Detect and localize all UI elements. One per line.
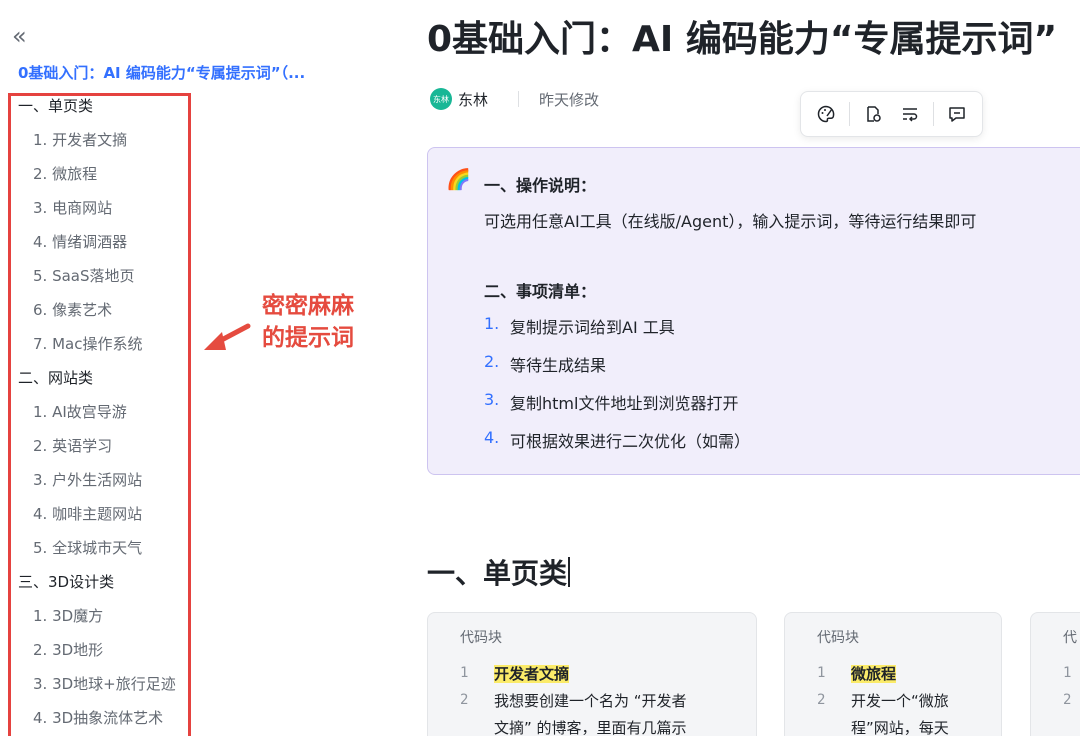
code-line: 文摘” 的博客，里面有几篇示 — [494, 715, 687, 736]
code-line-text: 微旅程 — [851, 665, 897, 683]
code-line-text: 我想要创建一个名为 “开发者 — [494, 692, 687, 710]
code-line-text: 程”网站，每天 — [851, 719, 949, 736]
list-number: 4. — [484, 428, 500, 447]
annotation-line-2: 的提示词 — [262, 325, 354, 351]
code-block-label: 代码块 — [460, 630, 502, 646]
code-block[interactable]: 代 1 2 — [1030, 612, 1080, 736]
checklist: 1. 复制提示词给到AI 工具 2. 等待生成结果 3. 复制html文件地址到浏览器打开… — [484, 314, 1080, 466]
avatar[interactable]: 东林 — [430, 88, 452, 110]
toolbar-separator — [933, 102, 935, 126]
line-number: 2 — [1063, 692, 1072, 708]
list-text: 等待生成结果 — [510, 356, 607, 375]
text-cursor — [568, 557, 571, 587]
code-line: 微旅程 — [851, 661, 897, 688]
author-name[interactable]: 东林 — [458, 89, 488, 110]
list-text: 可根据效果进行二次优化（如需） — [510, 432, 751, 451]
floating-toolbar — [800, 91, 983, 137]
rainbow-icon: 🌈 — [446, 167, 471, 191]
section-heading[interactable]: 一、单页类 — [427, 552, 571, 592]
code-line: 我想要创建一个名为 “开发者 — [494, 688, 687, 715]
sidebar-doc-title-link[interactable]: 0基础入门：AI 编码能力“专属提示词”（... — [18, 62, 353, 83]
callout-text-1: 可选用任意AI工具（在线版/Agent），输入提示词，等待运行结果即可 — [484, 212, 977, 231]
modified-time: 昨天修改 — [539, 90, 600, 109]
code-block[interactable]: 代码块 1 开发者文摘 2 我想要创建一个名为 “开发者 文摘” 的博客，里面有几篇示 — [427, 612, 757, 736]
checklist-item: 4. 可根据效果进行二次优化（如需） — [484, 428, 1080, 466]
code-block-label: 代 — [1063, 630, 1077, 646]
list-number: 2. — [484, 352, 500, 371]
palette-icon[interactable] — [807, 96, 845, 132]
checklist-item: 1. 复制提示词给到AI 工具 — [484, 314, 1080, 352]
callout-heading-2: 二、事项清单： — [484, 282, 597, 301]
document-title[interactable]: 0基础入门：AI 编码能力“专属提示词” — [427, 16, 1057, 64]
code-line: 开发一个“微旅 — [851, 688, 949, 715]
callout-block[interactable]: 🌈 一、操作说明： 可选用任意AI工具（在线版/Agent），输入提示词，等待运… — [427, 147, 1080, 475]
code-line: 程”网站，每天 — [851, 715, 949, 736]
code-line-text: 开发者文摘 — [494, 665, 570, 683]
list-text: 复制html文件地址到浏览器打开 — [510, 394, 739, 413]
line-number: 2 — [460, 692, 469, 708]
comment-icon[interactable] — [938, 96, 976, 132]
link-edit-icon[interactable] — [854, 96, 892, 132]
collapse-sidebar-icon[interactable]: « — [12, 24, 38, 50]
line-number: 1 — [817, 665, 826, 681]
code-line-text: 文摘” 的博客，里面有几篇示 — [494, 719, 687, 736]
checklist-item: 2. 等待生成结果 — [484, 352, 1080, 390]
document-meta: 东林 东林 昨天修改 — [430, 86, 599, 112]
document-main: 0基础入门：AI 编码能力“专属提示词” 东林 东林 昨天修改 🌈 一、操作说明… — [400, 0, 1080, 736]
code-line-text: 开发一个“微旅 — [851, 692, 949, 710]
code-line: 开发者文摘 — [494, 661, 570, 688]
list-number: 1. — [484, 314, 500, 333]
annotation-arrow-icon — [204, 323, 251, 350]
annotation-line-1: 密密麻麻 — [262, 293, 354, 319]
sidebar: « 0基础入门：AI 编码能力“专属提示词”（... 一、单页类 1. 开发者文摘… — [0, 0, 400, 736]
annotation-text: 密密麻麻 的提示词 — [262, 290, 382, 354]
list-text: 复制提示词给到AI 工具 — [510, 318, 675, 337]
code-block[interactable]: 代码块 1 微旅程 2 开发一个“微旅 程”网站，每天 — [784, 612, 1002, 736]
section-heading-text: 一、单页类 — [427, 557, 568, 590]
toc-highlight-box — [8, 93, 191, 736]
meta-divider — [518, 91, 520, 107]
line-number: 2 — [817, 692, 826, 708]
line-number: 1 — [460, 665, 469, 681]
callout-heading-1: 一、操作说明： — [484, 176, 597, 195]
toolbar-separator — [848, 102, 850, 126]
code-block-label: 代码块 — [817, 630, 859, 646]
checklist-item: 3. 复制html文件地址到浏览器打开 — [484, 390, 1080, 428]
line-number: 1 — [1063, 665, 1072, 681]
list-number: 3. — [484, 390, 500, 409]
text-wrap-icon[interactable] — [892, 96, 930, 132]
